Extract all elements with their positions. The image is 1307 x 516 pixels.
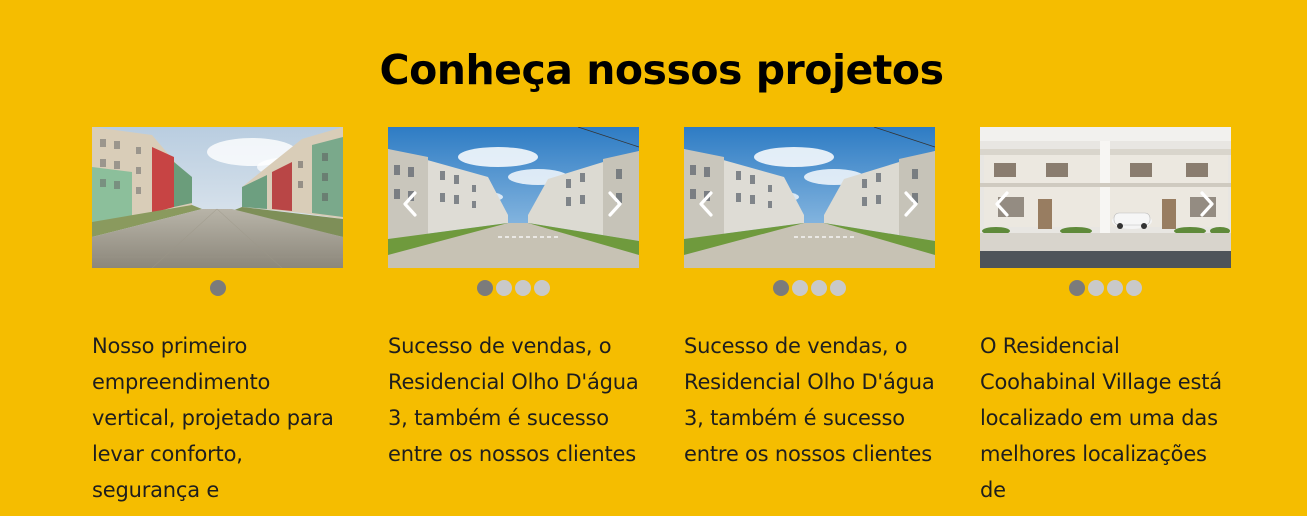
project-card: Nosso primeiro empreendimento vertical, … (92, 127, 344, 502)
carousel-dot[interactable] (209, 280, 226, 296)
carousel-dot[interactable] (830, 280, 846, 296)
carousel-dot[interactable] (773, 280, 789, 296)
carousel-dot[interactable] (515, 280, 531, 296)
project-description: O Residencial Coohabinal Village está lo… (980, 334, 1222, 502)
project-photo (92, 127, 343, 268)
carousel-dot[interactable] (496, 280, 512, 296)
carousel-dot[interactable] (477, 280, 493, 296)
carousel-dot[interactable] (1107, 280, 1123, 296)
project-photo (684, 127, 935, 268)
chevron-right-icon[interactable] (901, 189, 921, 219)
chevron-left-icon[interactable] (992, 189, 1012, 219)
project-card: Sucesso de vendas, o Residencial Olho D'… (388, 127, 640, 466)
project-description: Nosso primeiro empreendimento vertical, … (92, 334, 334, 502)
carousel-dot[interactable] (1069, 280, 1085, 296)
carousel-dot[interactable] (792, 280, 808, 296)
project-card: Sucesso de vendas, o Residencial Olho D'… (684, 127, 936, 466)
carousel-dots (92, 280, 343, 296)
carousel-dot[interactable] (811, 280, 827, 296)
carousel-dots (684, 280, 935, 296)
section-title: Conheça nossos projetos (379, 46, 944, 94)
projects-section: Conheça nossos projetos Nosso primeiro e… (0, 0, 1307, 516)
project-photo (388, 127, 639, 268)
project-description: Sucesso de vendas, o Residencial Olho D'… (388, 334, 639, 466)
project-card: O Residencial Coohabinal Village está lo… (980, 127, 1232, 502)
carousel-dots (388, 280, 639, 296)
chevron-left-icon[interactable] (696, 189, 716, 219)
project-image-carousel[interactable] (388, 127, 639, 268)
carousel-dot[interactable] (1126, 280, 1142, 296)
chevron-left-icon[interactable] (400, 189, 420, 219)
chevron-right-icon[interactable] (605, 189, 625, 219)
project-image-carousel[interactable] (684, 127, 935, 268)
carousel-dot[interactable] (1088, 280, 1104, 296)
carousel-dots (980, 280, 1231, 296)
carousel-dot[interactable] (534, 280, 550, 296)
project-photo (980, 127, 1231, 268)
project-description: Sucesso de vendas, o Residencial Olho D'… (684, 334, 935, 466)
chevron-right-icon[interactable] (1197, 189, 1217, 219)
project-image-carousel[interactable] (980, 127, 1231, 268)
project-image-carousel[interactable] (92, 127, 343, 268)
